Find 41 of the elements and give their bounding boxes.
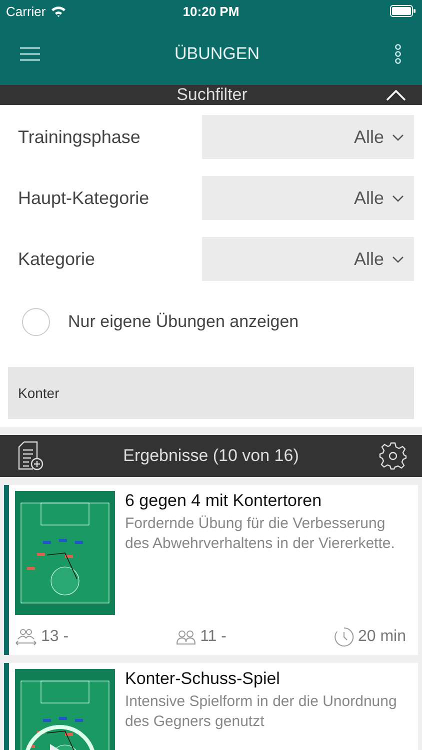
chevron-icon xyxy=(386,90,406,100)
clock-icon xyxy=(334,627,354,647)
menu-button[interactable] xyxy=(20,46,40,60)
search-field[interactable]: Konter xyxy=(8,367,414,419)
exercise-description: Intensive Spielform in der die Unordnung des Gegners genutzt xyxy=(125,692,398,732)
results-title: Ergebnisse (10 von 16) xyxy=(123,446,299,466)
radio-button[interactable] xyxy=(22,308,50,336)
caret-icon xyxy=(392,194,404,202)
caret-icon xyxy=(392,134,404,140)
filter-label: Kategorie xyxy=(17,248,96,270)
screen-title: ÜBUNGEN xyxy=(174,44,260,64)
collapse-button[interactable] xyxy=(386,90,406,100)
players-count: 13 - xyxy=(41,628,69,646)
clock-time: 10:20 PM xyxy=(182,4,240,18)
group-count: 11 - xyxy=(200,628,226,646)
add-document-icon xyxy=(18,441,44,471)
caret-icon xyxy=(392,256,404,262)
filter-label: Haupt-Kategorie xyxy=(17,188,150,208)
carrier-label: Carrier xyxy=(6,4,46,18)
add-document-button[interactable] xyxy=(18,441,44,471)
more-button[interactable] xyxy=(394,44,402,64)
filter-title: Suchfilter xyxy=(176,85,248,105)
exercise-title: Konter-Schuss-Spiel xyxy=(125,669,281,689)
exercise-card[interactable]: Konter-Schuss-Spiel Intensive Spielform in der die Unordnung des Gegners genutzt xyxy=(4,663,418,750)
checkbox-label: Nur eigene Übungen anzeigen xyxy=(68,312,299,332)
exercise-title: 6 gegen 4 mit Kontertoren xyxy=(125,491,323,511)
battery-icon xyxy=(390,5,416,17)
filter-dropdown[interactable]: Alle xyxy=(202,176,414,220)
filter-label: Trainingsphase xyxy=(17,126,142,148)
exercise-description: Fordernde Übung für die Verbesserung des Abwehrverhaltens in der Viererkette. xyxy=(125,514,396,554)
group-icon xyxy=(176,629,196,645)
settings-button[interactable] xyxy=(378,441,408,471)
more-icon xyxy=(394,44,402,64)
players-icon xyxy=(15,628,37,646)
filter-dropdown[interactable]: Alle xyxy=(202,237,414,281)
menu-icon xyxy=(20,46,40,60)
exercise-card[interactable]: 6 gegen 4 mit Kontertoren Fordernde Übung für die Verbesserung des Abwehrverhaltens in der Viererkette. 13 - 11 - 20 min xyxy=(4,485,418,655)
filter-dropdown[interactable]: Alle xyxy=(202,115,414,159)
wifi-icon xyxy=(50,6,66,16)
duration: 20 min xyxy=(358,628,406,646)
settings-icon xyxy=(378,441,408,471)
